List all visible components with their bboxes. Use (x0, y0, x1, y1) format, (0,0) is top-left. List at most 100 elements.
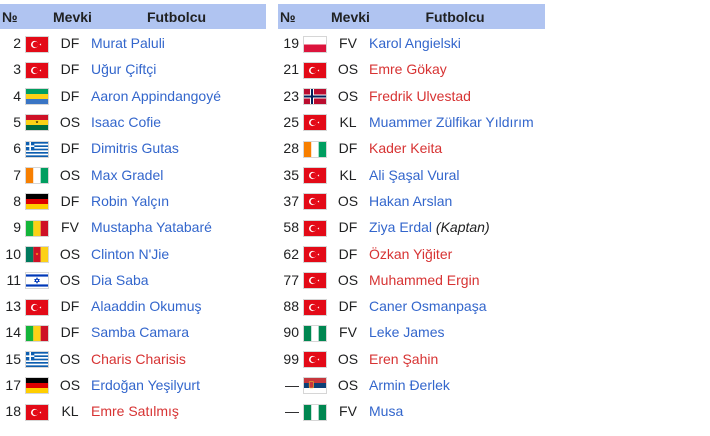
player-link[interactable]: Kader Keita (369, 140, 442, 156)
player-link[interactable]: Muammer Zülfikar Yıldırım (369, 114, 534, 130)
flag-tr-icon[interactable] (304, 115, 326, 131)
header-number: № (278, 4, 299, 30)
player-cell: Armin Đerlek (365, 372, 545, 398)
player-link[interactable]: Hakan Arslan (369, 193, 452, 209)
player-cell: Max Gradel (87, 161, 266, 187)
flag-tr-icon[interactable] (304, 352, 326, 368)
player-link[interactable]: Dimitris Gutas (91, 140, 179, 156)
position: OS (59, 350, 81, 367)
flag-tr-icon[interactable] (26, 299, 48, 315)
position: DF (338, 245, 358, 262)
flag-cell (21, 398, 53, 424)
player-link[interactable]: Clinton N'Jie (91, 246, 169, 262)
player-link[interactable]: Ali Şaşal Vural (369, 167, 460, 183)
player-cell: Clinton N'Jie (87, 240, 266, 266)
flag-ml-icon[interactable] (26, 220, 48, 236)
flag-cell (21, 188, 53, 214)
player-row-clinton-n-jie: 10 OS Clinton N'Jie (0, 240, 266, 266)
flag-gr-icon[interactable] (26, 141, 48, 157)
player-link[interactable]: Murat Paluli (91, 35, 165, 51)
player-link[interactable]: Emre Gökay (369, 61, 447, 77)
player-link[interactable]: Musa (369, 403, 403, 419)
flag-ci-icon[interactable] (26, 168, 48, 184)
player-link[interactable]: Max Gradel (91, 167, 163, 183)
player-cell: Musa (365, 398, 545, 424)
position: OS (337, 350, 359, 367)
flag-tr-icon[interactable] (304, 194, 326, 210)
squad-number: — (285, 403, 299, 420)
flag-ci-icon[interactable] (304, 141, 326, 157)
player-link[interactable]: Muhammed Ergin (369, 272, 480, 288)
position: KL (339, 114, 357, 131)
player-link[interactable]: Alaaddin Okumuş (91, 298, 202, 314)
squad-number: 7 (13, 166, 21, 183)
position: OS (337, 192, 359, 209)
flag-ng-icon[interactable] (304, 404, 326, 420)
flag-cell (299, 188, 331, 214)
flag-de-icon[interactable] (26, 194, 48, 210)
player-link[interactable]: Leke James (369, 324, 444, 340)
squad-number: 35 (283, 166, 299, 183)
captain-note: (Kaptan) (435, 219, 490, 236)
flag-cell (21, 109, 53, 135)
flag-tr-icon[interactable] (26, 404, 48, 420)
position: OS (337, 87, 359, 104)
flag-tr-icon[interactable] (304, 62, 326, 78)
player-row-muammer-zulfikar-yildirim: 25 KL Muammer Zülfikar Yıldırım (278, 109, 545, 135)
player-link[interactable]: Fredrik Ulvestad (369, 88, 471, 104)
squad-number: 14 (5, 324, 21, 341)
player-link[interactable]: Eren Şahin (369, 351, 438, 367)
player-link[interactable]: Karol Angielski (369, 35, 461, 51)
player-cell: Aaron Appindangoyé (87, 83, 266, 109)
flag-cell (299, 30, 331, 57)
squad-number: 62 (283, 245, 299, 262)
flag-il-icon[interactable] (26, 273, 48, 289)
player-cell: Uğur Çiftçi (87, 56, 266, 82)
flag-tr-icon[interactable] (304, 220, 326, 236)
flag-ng-icon[interactable] (304, 325, 326, 341)
player-link[interactable]: Mustapha Yatabaré (91, 219, 212, 235)
player-link[interactable]: Charis Charisis (91, 351, 186, 367)
player-cell: Alaaddin Okumuş (87, 293, 266, 319)
flag-tr-icon[interactable] (26, 62, 48, 78)
player-link[interactable]: Samba Camara (91, 324, 189, 340)
player-link[interactable]: Emre Satılmış (91, 403, 179, 419)
flag-cm-icon[interactable] (26, 246, 48, 262)
header-position: Mevki (331, 4, 370, 30)
player-row-isaac-cofie: 5 OS Isaac Cofie (0, 109, 266, 135)
player-link[interactable]: Özkan Yiğiter (369, 246, 452, 262)
flag-cell (21, 83, 53, 109)
player-row-muhammed-ergin: 77 OS Muhammed Ergin (278, 267, 545, 293)
squad-number: 10 (5, 245, 21, 262)
player-link[interactable]: Dia Saba (91, 272, 149, 288)
player-cell: Kader Keita (365, 135, 545, 161)
player-link[interactable]: Caner Osmanpaşa (369, 298, 487, 314)
flag-gr-icon[interactable] (26, 352, 48, 368)
player-link[interactable]: Aaron Appindangoyé (91, 88, 221, 104)
player-link[interactable]: Uğur Çiftçi (91, 61, 156, 77)
flag-gh-icon[interactable] (26, 115, 48, 131)
flag-de-icon[interactable] (26, 378, 48, 394)
player-link[interactable]: Robin Yalçın (91, 193, 169, 209)
flag-cell (299, 214, 331, 240)
player-row-murat-paluli: 2 DF Murat Paluli (0, 30, 266, 57)
flag-cell (21, 30, 53, 57)
player-link[interactable]: Armin Đerlek (369, 377, 450, 393)
flag-ga-icon[interactable] (26, 89, 48, 105)
player-row-ozkan-yigiter: 62 DF Özkan Yiğiter (278, 240, 545, 266)
flag-tr-icon[interactable] (304, 246, 326, 262)
player-link[interactable]: Erdoğan Yeşilyurt (91, 377, 200, 393)
player-row-caner-osmanpasa: 88 DF Caner Osmanpaşa (278, 293, 545, 319)
flag-no-icon[interactable] (304, 89, 326, 105)
flag-tr-icon[interactable] (304, 299, 326, 315)
flag-tr-icon[interactable] (304, 168, 326, 184)
flag-ml-icon[interactable] (26, 325, 48, 341)
flag-rs-icon[interactable] (304, 378, 326, 394)
player-link[interactable]: Ziya Erdal (369, 219, 432, 235)
player-row-hakan-arslan: 37 OS Hakan Arslan (278, 188, 545, 214)
flag-pl-icon[interactable] (304, 36, 326, 52)
flag-cell (299, 240, 331, 266)
flag-tr-icon[interactable] (304, 273, 326, 289)
flag-tr-icon[interactable] (26, 36, 48, 52)
player-link[interactable]: Isaac Cofie (91, 114, 161, 130)
